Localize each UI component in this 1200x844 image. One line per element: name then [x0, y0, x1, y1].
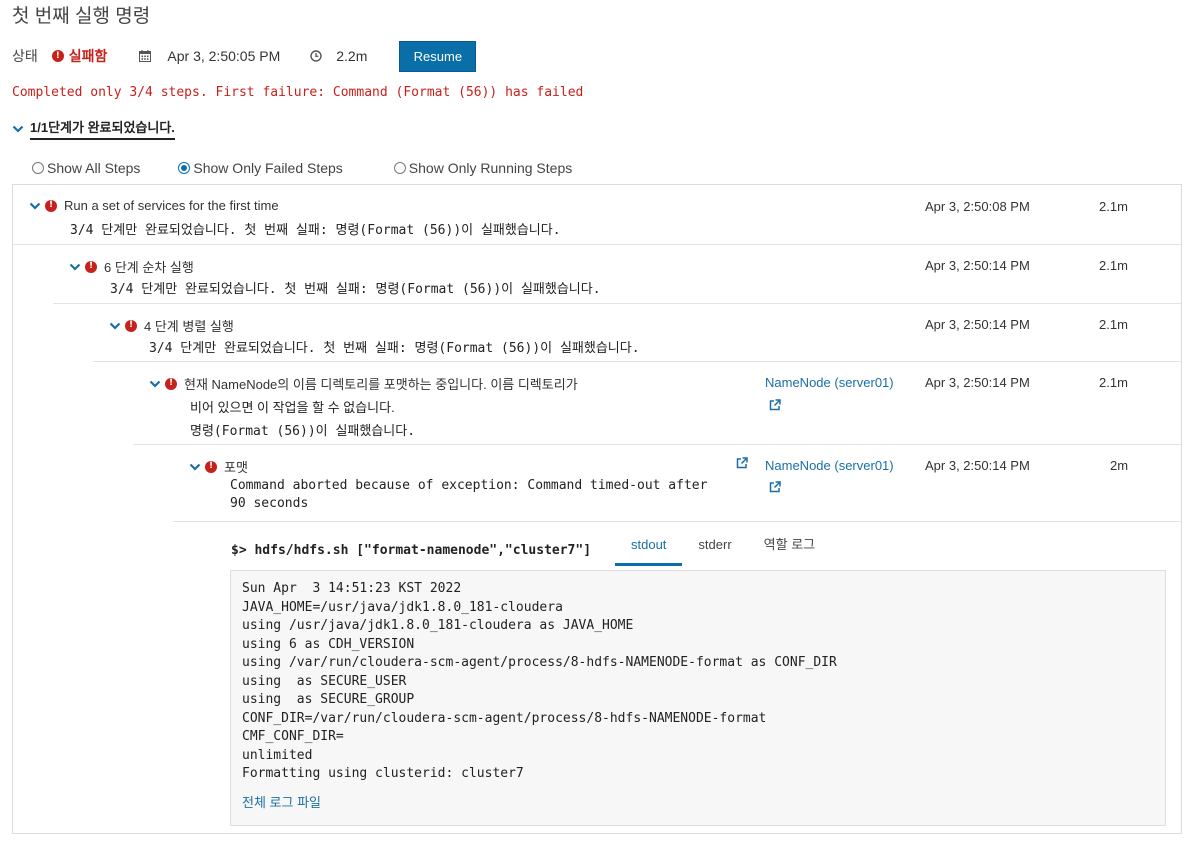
command-line: $> hdfs/hdfs.sh ["format-namenode","clus… — [231, 543, 592, 558]
calendar-icon — [139, 50, 152, 62]
step-time: Apr 3, 2:50:08 PM — [925, 199, 1030, 214]
step-title-continued: 비어 있으면 이 작업을 할 수 없습니다. — [190, 400, 395, 415]
output-tabs: stdout stderr 역할 로그 — [615, 533, 831, 569]
filter-show-running[interactable]: Show Only Running Steps — [393, 160, 573, 176]
step-toggle[interactable]: ! Run a set of services for the first ti… — [29, 198, 279, 213]
step-row: ! 4 단계 병렬 실행 3/4 단계만 완료되었습니다. 첫 번째 실패: 명… — [93, 304, 1181, 362]
status-row: 상태 ! 실패함 Apr 3, 2:50:05 PM 2.2m Resume — [12, 40, 477, 72]
tab-role-log[interactable]: 역할 로그 — [748, 533, 831, 569]
log-line: CMF_CONF_DIR= — [242, 729, 344, 744]
step-description: 3/4 단계만 완료되었습니다. 첫 번째 실패: 명령(Format (56)… — [149, 341, 640, 356]
chevron-down-icon — [29, 202, 41, 210]
filter-show-all[interactable]: Show All Steps — [32, 160, 140, 176]
step-toggle[interactable]: ! 포맷 — [189, 457, 248, 476]
steps-summary-toggle[interactable]: 1/1단계가 완료되었습니다. — [12, 117, 175, 140]
status-label: 상태 — [12, 48, 38, 64]
chevron-down-icon — [12, 125, 24, 133]
resume-button[interactable]: Resume — [399, 40, 477, 72]
page-title: 첫 번째 실행 명령 — [12, 6, 151, 27]
error-icon: ! — [45, 199, 57, 212]
filter-label: Show Only Running Steps — [408, 160, 573, 176]
log-line: using /usr/java/jdk1.8.0_181-cloudera as… — [242, 618, 634, 633]
step-title: 4 단계 병렬 실행 — [144, 319, 234, 334]
step-description: 3/4 단계만 완료되었습니다. 첫 번째 실패: 명령(Format (56)… — [110, 282, 601, 297]
step-title: Run a set of services for the first time — [64, 198, 279, 213]
host-link[interactable]: NameNode (server01) — [765, 458, 894, 473]
error-icon: ! — [165, 377, 177, 390]
error-icon: ! — [205, 460, 217, 473]
error-message: Completed only 3/4 steps. First failure:… — [12, 85, 584, 100]
filter-label: Show All Steps — [47, 160, 141, 176]
step-toggle[interactable]: ! 현재 NameNode의 이름 디렉토리를 포맷하는 중입니다. 이름 디렉… — [149, 374, 578, 393]
step-duration: 2.1m — [1099, 317, 1128, 332]
step-time: Apr 3, 2:50:14 PM — [925, 317, 1030, 332]
radio-unchecked-icon[interactable] — [393, 162, 406, 174]
step-time: Apr 3, 2:50:14 PM — [925, 458, 1030, 473]
step-description: Command aborted because of exception: Co… — [230, 478, 708, 493]
tab-stdout[interactable]: stdout — [615, 533, 683, 569]
step-title: 현재 NameNode의 이름 디렉토리를 포맷하는 중입니다. 이름 디렉토리… — [184, 377, 578, 392]
step-duration: 2.1m — [1099, 199, 1128, 214]
duration: 2.2m — [336, 48, 368, 64]
step-row: ! 현재 NameNode의 이름 디렉토리를 포맷하는 중입니다. 이름 디렉… — [133, 362, 1181, 445]
filter-label: Show Only Failed Steps — [193, 160, 343, 176]
step-description: 명령(Format (56))이 실패했습니다. — [190, 424, 416, 439]
chevron-down-icon — [109, 322, 121, 330]
step-row: ! 포맷 Command aborted because of exceptio… — [173, 445, 1181, 522]
step-duration: 2.1m — [1099, 258, 1128, 273]
start-time: Apr 3, 2:50:05 PM — [167, 48, 281, 64]
external-link-icon[interactable] — [769, 481, 781, 493]
chevron-down-icon — [149, 380, 161, 388]
error-icon: ! — [125, 319, 137, 332]
log-line: using as SECURE_GROUP — [242, 692, 415, 707]
log-output: Sun Apr 3 14:51:23 KST 2022 JAVA_HOME=/u… — [230, 570, 1166, 826]
step-time: Apr 3, 2:50:14 PM — [925, 375, 1030, 390]
step-filters: Show All Steps Show Only Failed Steps Sh… — [32, 160, 572, 176]
error-icon: ! — [85, 260, 97, 273]
step-duration: 2m — [1110, 458, 1129, 473]
radio-unchecked-icon[interactable] — [32, 162, 44, 174]
step-time: Apr 3, 2:50:14 PM — [925, 258, 1030, 273]
step-row: ! Run a set of services for the first ti… — [13, 185, 1181, 245]
step-title: 포맷 — [224, 460, 248, 475]
clock-icon — [310, 50, 322, 62]
step-description: 3/4 단계만 완료되었습니다. 첫 번째 실패: 명령(Format (56)… — [70, 223, 561, 238]
external-link-icon[interactable] — [736, 457, 748, 469]
step-row: ! 6 단계 순차 실행 3/4 단계만 완료되었습니다. 첫 번째 실패: 명… — [53, 245, 1181, 304]
log-line: using 6 as CDH_VERSION — [242, 636, 415, 652]
step-duration: 2.1m — [1099, 375, 1128, 390]
step-toggle[interactable]: ! 6 단계 순차 실행 — [69, 257, 194, 276]
chevron-down-icon — [189, 463, 201, 471]
step-toggle[interactable]: ! 4 단계 병렬 실행 — [109, 316, 234, 335]
host-link[interactable]: NameNode (server01) — [765, 375, 894, 390]
steps-summary: 1/1단계가 완료되었습니다. — [30, 117, 175, 140]
log-line: unlimited — [242, 747, 313, 763]
log-line: JAVA_HOME=/usr/java/jdk1.8.0_181-clouder… — [242, 599, 563, 615]
tab-stderr[interactable]: stderr — [682, 533, 747, 569]
status-value: 실패함 — [68, 48, 108, 64]
radio-checked-icon[interactable] — [178, 162, 191, 174]
step-title: 6 단계 순차 실행 — [104, 260, 194, 275]
log-line: using as SECURE_USER — [242, 673, 407, 689]
steps-panel: ! Run a set of services for the first ti… — [12, 184, 1182, 834]
log-line: using /var/run/cloudera-scm-agent/proces… — [242, 655, 837, 670]
failed-status-icon: ! — [51, 50, 64, 62]
full-log-link[interactable]: 전체 로그 파일 — [242, 792, 1154, 811]
log-line: Sun Apr 3 14:51:23 KST 2022 — [242, 581, 462, 596]
chevron-down-icon — [69, 263, 81, 271]
external-link-icon[interactable] — [769, 399, 781, 411]
log-line: Formatting using clusterid: cluster7 — [242, 766, 524, 781]
step-description-continued: 90 seconds — [230, 496, 309, 511]
filter-show-failed[interactable]: Show Only Failed Steps — [178, 160, 343, 176]
log-line: CONF_DIR=/var/run/cloudera-scm-agent/pro… — [242, 710, 767, 726]
